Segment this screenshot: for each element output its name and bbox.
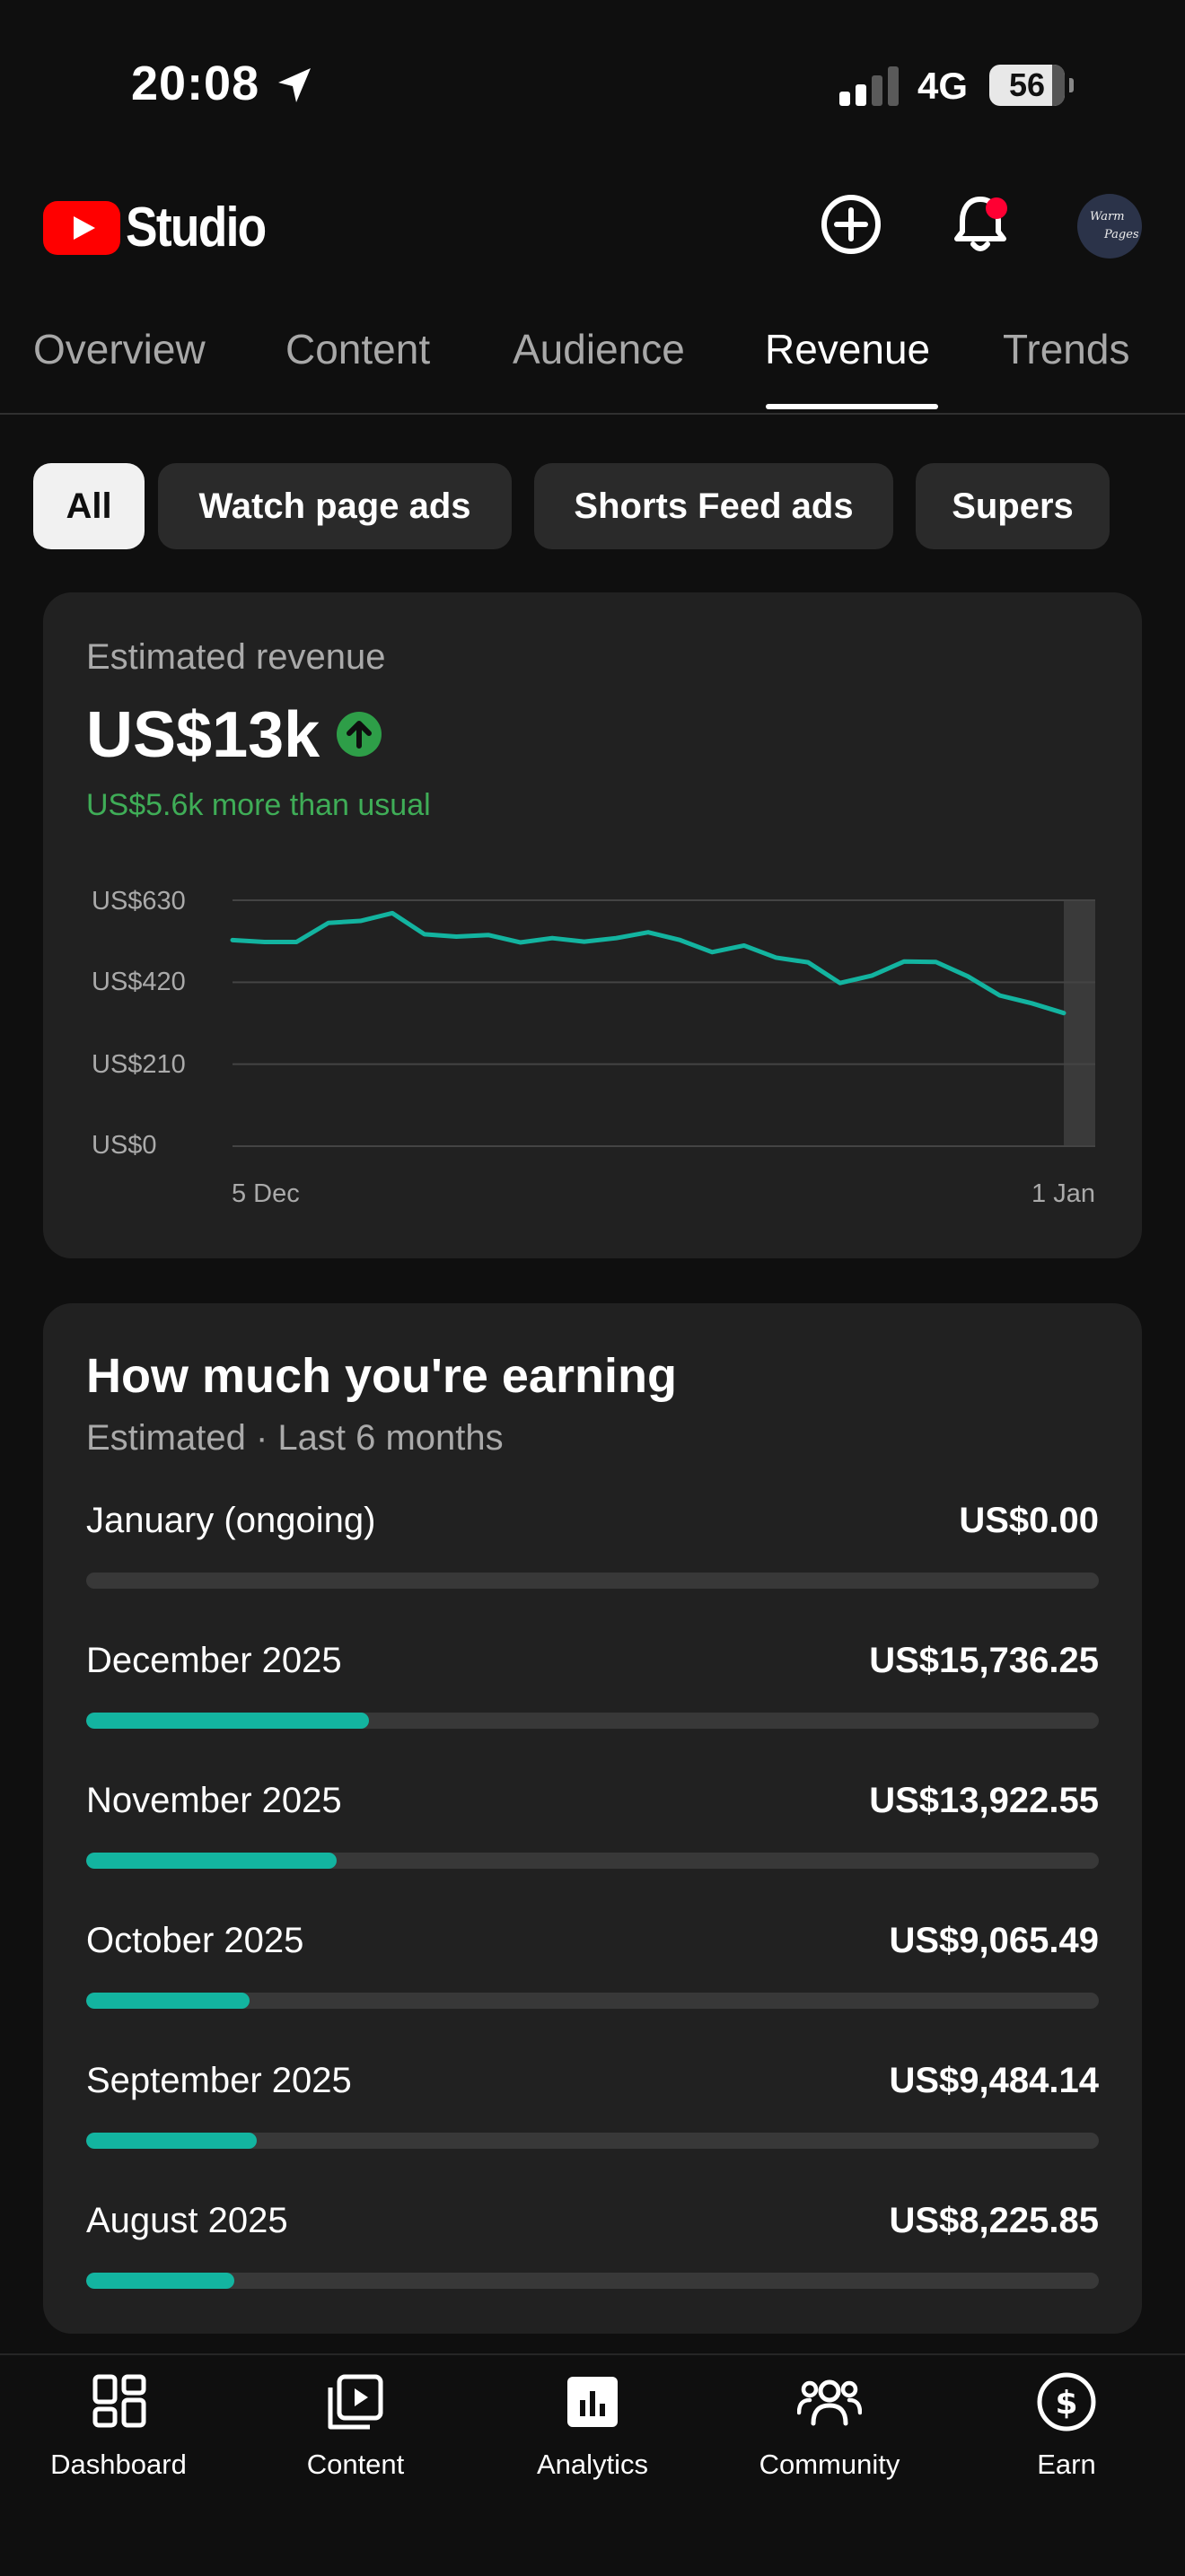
avatar-text-top: Warm [1090, 210, 1125, 223]
earnings-progress-bar [86, 1713, 1099, 1729]
earnings-row-month: November 2025 [86, 1781, 342, 1820]
estimated-revenue-card[interactable]: Estimated revenue US$13k US$5.6k more th… [43, 592, 1142, 1258]
earnings-progress-bar [86, 1993, 1099, 2009]
analytics-icon [567, 2377, 618, 2427]
status-bar: 20:08 4G 56 [0, 0, 1185, 171]
earnings-progress-bar [86, 1853, 1099, 1869]
avatar[interactable]: Warm Pages [1077, 194, 1142, 258]
youtube-play-icon [43, 200, 120, 255]
earnings-subtitle: Estimated · Last 6 months [86, 1418, 504, 1458]
location-arrow-icon [278, 68, 311, 102]
bottom-navigation: Dashboard Content Analytics Community $ … [0, 2353, 1185, 2576]
tab-trends[interactable]: Trends [1003, 325, 1129, 373]
earnings-row-month: December 2025 [86, 1641, 342, 1680]
earnings-progress-fill [86, 1993, 250, 2009]
chip-shorts-feed-ads[interactable]: Shorts Feed ads [534, 463, 893, 549]
battery-indicator: 56 [989, 65, 1074, 106]
revenue-line-chart[interactable] [43, 592, 1142, 1258]
tab-audience[interactable]: Audience [513, 325, 685, 373]
nav-label: Earn [1037, 2449, 1096, 2480]
create-icon[interactable] [819, 192, 883, 257]
earnings-row-month: January (ongoing) [86, 1501, 376, 1540]
earnings-row-month: October 2025 [86, 1921, 304, 1960]
x-tick-label-start: 5 Dec [232, 1179, 300, 1208]
earnings-progress-fill [86, 2273, 234, 2289]
youtube-studio-logo: Studio [43, 196, 288, 259]
network-type: 4G [917, 65, 969, 107]
chip-supers[interactable]: Supers [916, 463, 1110, 549]
revenue-series-line [230, 910, 1066, 1016]
current-period-band [1064, 900, 1095, 1146]
nav-label: Dashboard [50, 2449, 187, 2480]
earnings-progress-bar [86, 2273, 1099, 2289]
tab-revenue[interactable]: Revenue [765, 325, 930, 373]
analytics-tabs: Overview Content Audience Revenue Trends [0, 305, 1185, 415]
earnings-row-month: September 2025 [86, 2061, 352, 2100]
tab-overview[interactable]: Overview [33, 325, 206, 373]
earnings-progress-fill [86, 1853, 337, 1869]
earnings-progress-bar [86, 1573, 1099, 1589]
earnings-row-value: US$9,065.49 [889, 1921, 1099, 1960]
x-tick-label-end: 1 Jan [1031, 1179, 1095, 1208]
cellular-signal-icon [839, 66, 899, 106]
active-tab-indicator [766, 404, 938, 409]
status-time: 20:08 [131, 57, 260, 110]
earnings-title: How much you're earning [86, 1349, 677, 1403]
battery-level: 56 [1008, 66, 1046, 103]
nav-label: Content [306, 2449, 405, 2480]
nav-label: Community [759, 2449, 900, 2480]
earnings-row-value: US$13,922.55 [869, 1781, 1099, 1820]
chip-all[interactable]: All [33, 463, 145, 549]
community-icon [797, 2379, 862, 2426]
avatar-text-bottom: Pages [1104, 228, 1139, 241]
earnings-card: How much you're earning Estimated · Last… [43, 1303, 1142, 2334]
earnings-row-value: US$0.00 [959, 1501, 1099, 1540]
earnings-progress-fill [86, 1713, 369, 1729]
earnings-progress-bar [86, 2133, 1099, 2149]
notification-badge [986, 197, 1007, 219]
earn-icon: $ [1037, 2372, 1096, 2431]
svg-text:$: $ [1055, 2385, 1077, 2422]
nav-label: Analytics [536, 2449, 649, 2480]
chip-watch-page-ads[interactable]: Watch page ads [158, 463, 512, 549]
tab-content[interactable]: Content [285, 325, 430, 373]
earnings-row-value: US$15,736.25 [869, 1641, 1099, 1680]
dashboard-icon [92, 2374, 146, 2428]
earnings-row-value: US$8,225.85 [889, 2201, 1099, 2240]
app-name: Studio [126, 197, 267, 258]
earnings-progress-fill [86, 2133, 257, 2149]
earnings-row-month: August 2025 [86, 2201, 288, 2240]
content-icon [328, 2374, 383, 2430]
earnings-row-value: US$9,484.14 [889, 2061, 1099, 2100]
